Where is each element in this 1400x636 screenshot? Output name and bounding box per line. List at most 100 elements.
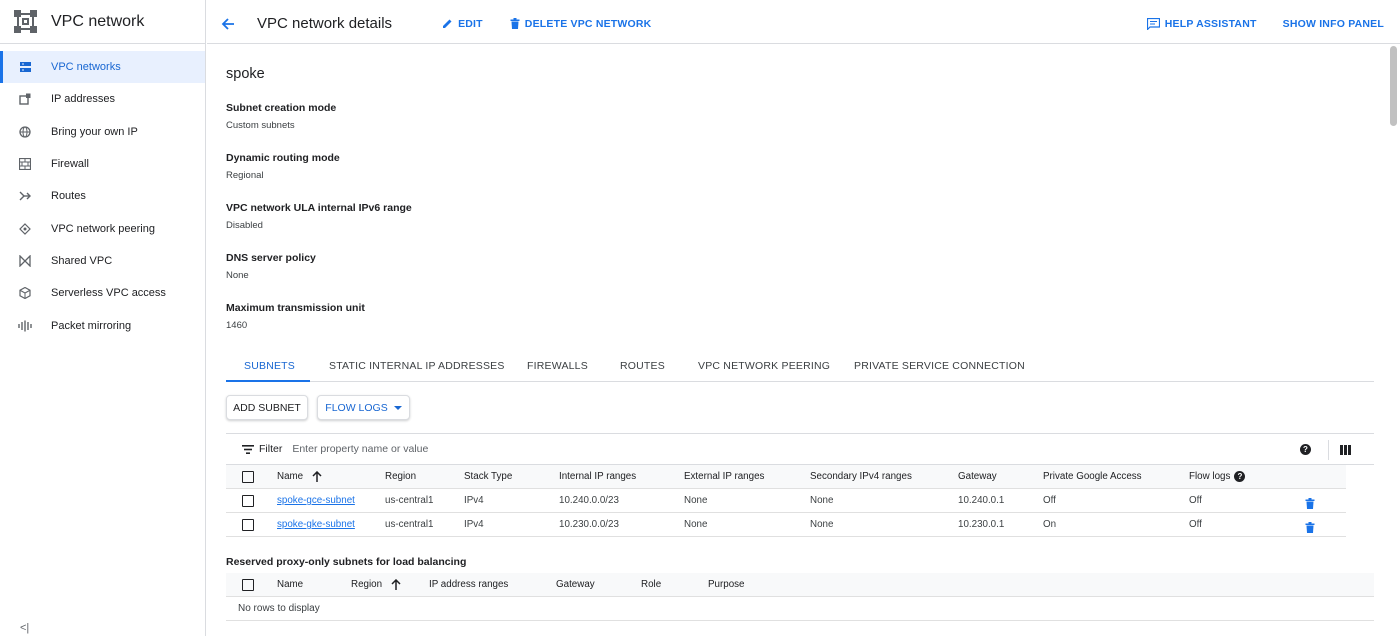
row-checkbox[interactable]: [242, 519, 254, 531]
sidebar-item-vpc-networks[interactable]: VPC networks: [0, 51, 205, 84]
sidebar-item-label: IP addresses: [51, 93, 116, 106]
property-value: None: [226, 270, 249, 281]
column-header-region[interactable]: Region: [351, 573, 401, 596]
cell-secondary-ipv4: None: [810, 495, 834, 506]
column-header-flow-logs[interactable]: Flow logs?: [1189, 465, 1246, 488]
shared-vpc-icon: [18, 254, 32, 268]
property-value: Custom subnets: [226, 120, 295, 131]
property-label: Subnet creation mode: [226, 102, 337, 114]
tab-firewalls[interactable]: FIREWALLS: [527, 353, 588, 382]
scrollbar[interactable]: [1386, 44, 1398, 636]
back-arrow-icon[interactable]: [221, 16, 237, 32]
property-value: Regional: [226, 170, 264, 181]
flow-logs-dropdown[interactable]: FLOW LOGS: [317, 395, 410, 420]
tab-subnets[interactable]: SUBNETS: [244, 353, 295, 382]
sidebar-item-label: Routes: [51, 190, 86, 203]
cell-stack-type: IPv4: [464, 519, 484, 530]
packet-mirroring-icon: [18, 319, 32, 333]
sidebar-item-routes[interactable]: Routes: [0, 180, 205, 212]
column-header-gateway[interactable]: Gateway: [958, 465, 997, 488]
scrollbar-thumb[interactable]: [1390, 46, 1397, 126]
subnet-name-link[interactable]: spoke-gce-subnet: [277, 489, 355, 512]
property-mtu: Maximum transmission unit 1460: [226, 302, 365, 331]
row-checkbox[interactable]: [242, 495, 254, 507]
column-header-gateway[interactable]: Gateway: [556, 573, 595, 596]
divider: [1328, 440, 1329, 460]
column-header-role[interactable]: Role: [641, 573, 661, 596]
filter-input[interactable]: [292, 443, 793, 455]
network-name: spoke: [226, 66, 265, 82]
column-header-ip-address-ranges[interactable]: IP address ranges: [429, 573, 508, 596]
sidebar-item-ip-addresses[interactable]: IP addresses: [0, 83, 205, 115]
help-icon[interactable]: ?: [1234, 470, 1246, 482]
property-dynamic-routing-mode: Dynamic routing mode Regional: [226, 152, 340, 181]
sort-ascending-icon: [391, 578, 401, 590]
filter-label: Filter: [259, 443, 283, 455]
cell-region: us-central1: [385, 495, 434, 506]
show-info-panel-button[interactable]: SHOW INFO PANEL: [1283, 18, 1384, 30]
cell-internal-ip: 10.240.0.0/23: [559, 495, 619, 506]
sidebar-item-label: Packet mirroring: [51, 319, 132, 332]
sidebar-item-byoip[interactable]: Bring your own IP: [0, 116, 205, 148]
page-header: VPC network details EDIT DELETE VPC NETW…: [207, 4, 1400, 44]
tab-private-service-connection[interactable]: PRIVATE SERVICE CONNECTION: [854, 353, 1025, 382]
cell-flow-logs: Off: [1189, 519, 1202, 530]
tab-routes[interactable]: ROUTES: [620, 353, 665, 382]
cell-gateway: 10.240.0.1: [958, 495, 1005, 506]
routes-icon: [18, 189, 32, 203]
tab-static-internal-ip-addresses[interactable]: STATIC INTERNAL IP ADDRESSES: [329, 353, 505, 382]
vpc-networks-icon: [18, 60, 32, 74]
flow-logs-label: FLOW LOGS: [325, 401, 388, 414]
column-header-name[interactable]: Name: [277, 573, 303, 596]
delete-subnet-icon[interactable]: [1305, 519, 1315, 542]
column-header-external-ip-ranges[interactable]: External IP ranges: [684, 465, 764, 488]
sidebar-item-label: Bring your own IP: [51, 125, 138, 138]
select-all-checkbox[interactable]: [242, 579, 254, 591]
column-header-stack-type[interactable]: Stack Type: [464, 465, 512, 488]
globe-icon: [18, 125, 32, 139]
help-icon[interactable]: ?: [1300, 444, 1311, 455]
sidebar-title: VPC network: [51, 12, 145, 30]
edit-button[interactable]: EDIT: [442, 18, 483, 30]
subnets-table-header: Name Region Stack Type Internal IP range…: [226, 465, 1346, 489]
help-assistant-button[interactable]: HELP ASSISTANT: [1146, 18, 1257, 30]
property-ula-ipv6-range: VPC network ULA internal IPv6 range Disa…: [226, 202, 412, 231]
vpc-product-icon: [14, 10, 37, 33]
filter-icon: [242, 444, 254, 454]
sidebar-item-label: Shared VPC: [51, 254, 113, 267]
sidebar-item-firewall[interactable]: Firewall: [0, 148, 205, 180]
tab-bar: SUBNETS STATIC INTERNAL IP ADDRESSES FIR…: [226, 353, 1374, 382]
sidebar-header: VPC network: [0, 0, 205, 44]
proxy-table-header: Name Region IP address ranges Gateway Ro…: [226, 573, 1374, 597]
column-header-region[interactable]: Region: [385, 465, 416, 488]
column-header-private-google-access[interactable]: Private Google Access: [1043, 465, 1142, 488]
cell-internal-ip: 10.230.0.0/23: [559, 519, 619, 530]
column-header-internal-ip-ranges[interactable]: Internal IP ranges: [559, 465, 636, 488]
column-header-secondary-ipv4-ranges[interactable]: Secondary IPv4 ranges: [810, 465, 912, 488]
sidebar-item-shared-vpc[interactable]: Shared VPC: [0, 245, 205, 277]
sidebar-item-packet-mirroring[interactable]: Packet mirroring: [0, 309, 205, 341]
sidebar-item-serverless-vpc-access[interactable]: Serverless VPC access: [0, 277, 205, 309]
cell-stack-type: IPv4: [464, 495, 484, 506]
add-subnet-button[interactable]: ADD SUBNET: [226, 395, 308, 420]
filter-bar: Filter ?: [226, 433, 1374, 465]
delete-label: DELETE VPC NETWORK: [524, 17, 652, 30]
select-all-checkbox[interactable]: [242, 471, 254, 483]
table-row: spoke-gce-subnet us-central1 IPv4 10.240…: [226, 489, 1346, 513]
column-display-options-icon[interactable]: [1340, 445, 1352, 455]
delete-vpc-network-button[interactable]: DELETE VPC NETWORK: [510, 18, 652, 30]
ip-addresses-icon: [18, 92, 32, 106]
property-value: 1460: [226, 320, 248, 331]
column-header-name[interactable]: Name: [277, 465, 322, 488]
sidebar-item-label: Serverless VPC access: [51, 287, 166, 300]
subnet-name-link[interactable]: spoke-gke-subnet: [277, 513, 355, 536]
cell-private-google-access: Off: [1043, 495, 1056, 506]
collapse-sidebar-icon[interactable]: <|: [20, 622, 29, 634]
sidebar-item-vpc-peering[interactable]: VPC network peering: [0, 212, 205, 244]
table-row: spoke-gke-subnet us-central1 IPv4 10.230…: [226, 513, 1346, 537]
chat-icon: [1146, 18, 1160, 30]
serverless-icon: [18, 286, 32, 300]
tab-vpc-network-peering[interactable]: VPC NETWORK PEERING: [698, 353, 830, 382]
cell-flow-logs: Off: [1189, 495, 1202, 506]
column-header-purpose[interactable]: Purpose: [708, 573, 745, 596]
